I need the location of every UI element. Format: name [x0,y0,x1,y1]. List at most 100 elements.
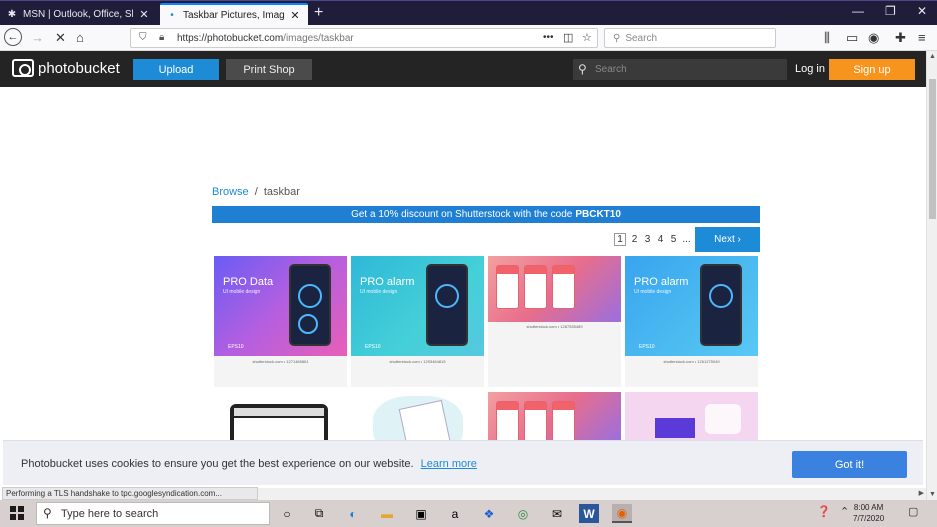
window-close-icon[interactable]: ✕ [917,4,927,18]
promo-code: PBCKT10 [575,209,621,220]
scroll-down-icon[interactable]: ▼ [929,491,936,498]
store-icon[interactable]: ▣ [411,504,431,523]
windows-start-icon[interactable] [10,506,24,520]
minimize-icon[interactable]: — [852,4,864,18]
task-view-icon[interactable]: ⧉ [309,504,329,523]
promo-text: Get a 10% discount on Shutterstock with … [351,209,573,220]
promo-banner[interactable]: Get a 10% discount on Shutterstock with … [212,206,760,223]
home-icon[interactable]: ⌂ [76,30,84,45]
site-search-placeholder: Search [595,64,627,75]
page-link[interactable]: 4 [654,234,667,245]
site-search-input[interactable]: ⚲ Search [573,59,787,80]
clock-date: 7/7/2020 [853,514,885,523]
image-thumbnail[interactable] [625,392,758,442]
page-link[interactable]: 5 [667,234,680,245]
image-thumbnail[interactable] [214,392,347,442]
camera-icon [12,59,34,77]
thumb-caption: shutterstock.com • 1287535489 [526,324,583,329]
phone-mockup [524,401,547,442]
page-ellipsis: ... [682,234,691,245]
image-thumbnail[interactable] [351,392,484,442]
signup-button[interactable]: Sign up [829,59,915,80]
notifications-icon[interactable]: ▢ [908,505,918,518]
tab-photobucket[interactable]: • Taskbar Pictures, Images & Pho ✕ [160,3,308,25]
extensions-icon[interactable]: ✚ [895,30,906,46]
forward-icon[interactable]: → [31,30,44,45]
breadcrumb: Browse / taskbar [212,186,300,198]
browser-toolbar: ← → ✕ ⌂ ⛉ 🔒︎ https://photobucket.com/ima… [0,25,937,51]
close-icon[interactable]: ✕ [137,8,151,21]
thumbnail-image: PRO Data UI mobile design EPS10 [214,256,347,356]
image-thumbnail[interactable]: PRO alarm UI mobile design EPS10 shutter… [625,256,758,387]
cortana-icon[interactable]: ○ [277,504,297,523]
firefox-icon[interactable]: ◉ [612,504,632,523]
phone-mockup [496,265,519,309]
phone-mockup [700,264,742,346]
thumb-badge: EPS10 [639,344,655,350]
scroll-right-icon[interactable]: ▶ [919,489,924,497]
taskbar-clock[interactable]: 8:00 AM 7/7/2020 [853,502,884,524]
image-thumbnail[interactable]: PRO alarm UI mobile design EPS10 shutter… [351,256,484,387]
illustration-shape [705,404,741,434]
menu-icon[interactable]: ≡ [918,30,926,45]
next-page-button[interactable]: Next › [695,227,760,252]
phone-mockup [552,265,575,309]
clock-time: 8:00 AM [853,503,884,512]
close-icon[interactable]: ✕ [288,9,302,22]
stop-icon[interactable]: ✕ [55,30,66,46]
dropbox-icon[interactable]: ❖ [479,504,499,523]
page-actions-icon[interactable]: ••• [543,32,554,43]
search-placeholder: Search [625,32,658,44]
thumbnail-image: PRO alarm UI mobile design EPS10 [351,256,484,356]
page-link[interactable]: 3 [641,234,654,245]
photobucket-logo[interactable]: photobucket [12,59,120,77]
phone-mockup [289,264,331,346]
file-explorer-icon[interactable]: ▬ [377,504,397,523]
account-icon[interactable]: ◉ [868,30,879,46]
thumb-caption: shutterstock.com • 1261275049 [663,359,720,364]
logo-text: photobucket [38,59,120,77]
tab-title: MSN | Outlook, Office, Skype, B [23,8,133,20]
learn-more-link[interactable]: Learn more [421,458,477,470]
image-thumbnail[interactable] [488,392,621,442]
tripadvisor-icon[interactable]: ◎ [513,504,533,523]
image-thumbnail[interactable]: shutterstock.com • 1287535489 [488,256,621,387]
phone-mockup [524,265,547,309]
pocket-icon[interactable]: ◫ [563,31,573,44]
page-link[interactable]: 1 [614,233,626,246]
help-icon[interactable]: ❓ [817,505,831,518]
restore-icon[interactable]: ❐ [885,4,896,18]
breadcrumb-separator: / [254,186,258,198]
vertical-scrollbar[interactable]: ▲ ▼ [926,51,937,500]
image-thumbnail[interactable]: PRO Data UI mobile design EPS10 shutters… [214,256,347,387]
horizontal-scrollbar[interactable]: ▶ [258,488,926,500]
print-shop-button[interactable]: Print Shop [226,59,312,80]
tab-msn[interactable]: ✱ MSN | Outlook, Office, Skype, B ✕ [0,3,157,25]
search-icon: ⚲ [613,32,621,44]
sidebar-icon[interactable]: ▭ [846,30,858,46]
scrollbar-thumb[interactable] [929,79,936,219]
mail-icon[interactable]: ✉ [547,504,567,523]
back-icon[interactable]: ← [4,28,22,46]
upload-button[interactable]: Upload [133,59,219,80]
scroll-up-icon[interactable]: ▲ [929,53,936,60]
page-link[interactable]: 2 [628,234,641,245]
new-tab-icon[interactable]: + [314,4,323,22]
login-link[interactable]: Log in [795,63,825,75]
thumb-caption: shutterstock.com • 1271465861 [252,359,309,364]
amazon-icon[interactable]: a [445,504,465,523]
breadcrumb-browse-link[interactable]: Browse [212,186,249,198]
word-icon[interactable]: W [579,504,599,523]
accept-cookies-button[interactable]: Got it! [792,451,907,478]
edge-icon[interactable]: ◐ [343,504,363,523]
status-text: Performing a TLS handshake to tpc.google… [2,487,258,500]
url-bar[interactable]: ⛉ 🔒︎ https://photobucket.com/images/task… [130,28,598,48]
browser-search-input[interactable]: ⚲ Search [604,28,776,48]
thumb-badge: EPS10 [228,344,244,350]
show-hidden-icons-icon[interactable]: ⌃ [840,505,849,518]
lock-icon: 🔒︎ [159,32,165,43]
taskbar-search-placeholder: Type here to search [61,507,159,520]
library-icon[interactable]: ⫼ [824,30,830,46]
bookmark-star-icon[interactable]: ☆ [582,31,592,44]
taskbar-search-input[interactable]: ⚲ Type here to search [36,502,270,525]
